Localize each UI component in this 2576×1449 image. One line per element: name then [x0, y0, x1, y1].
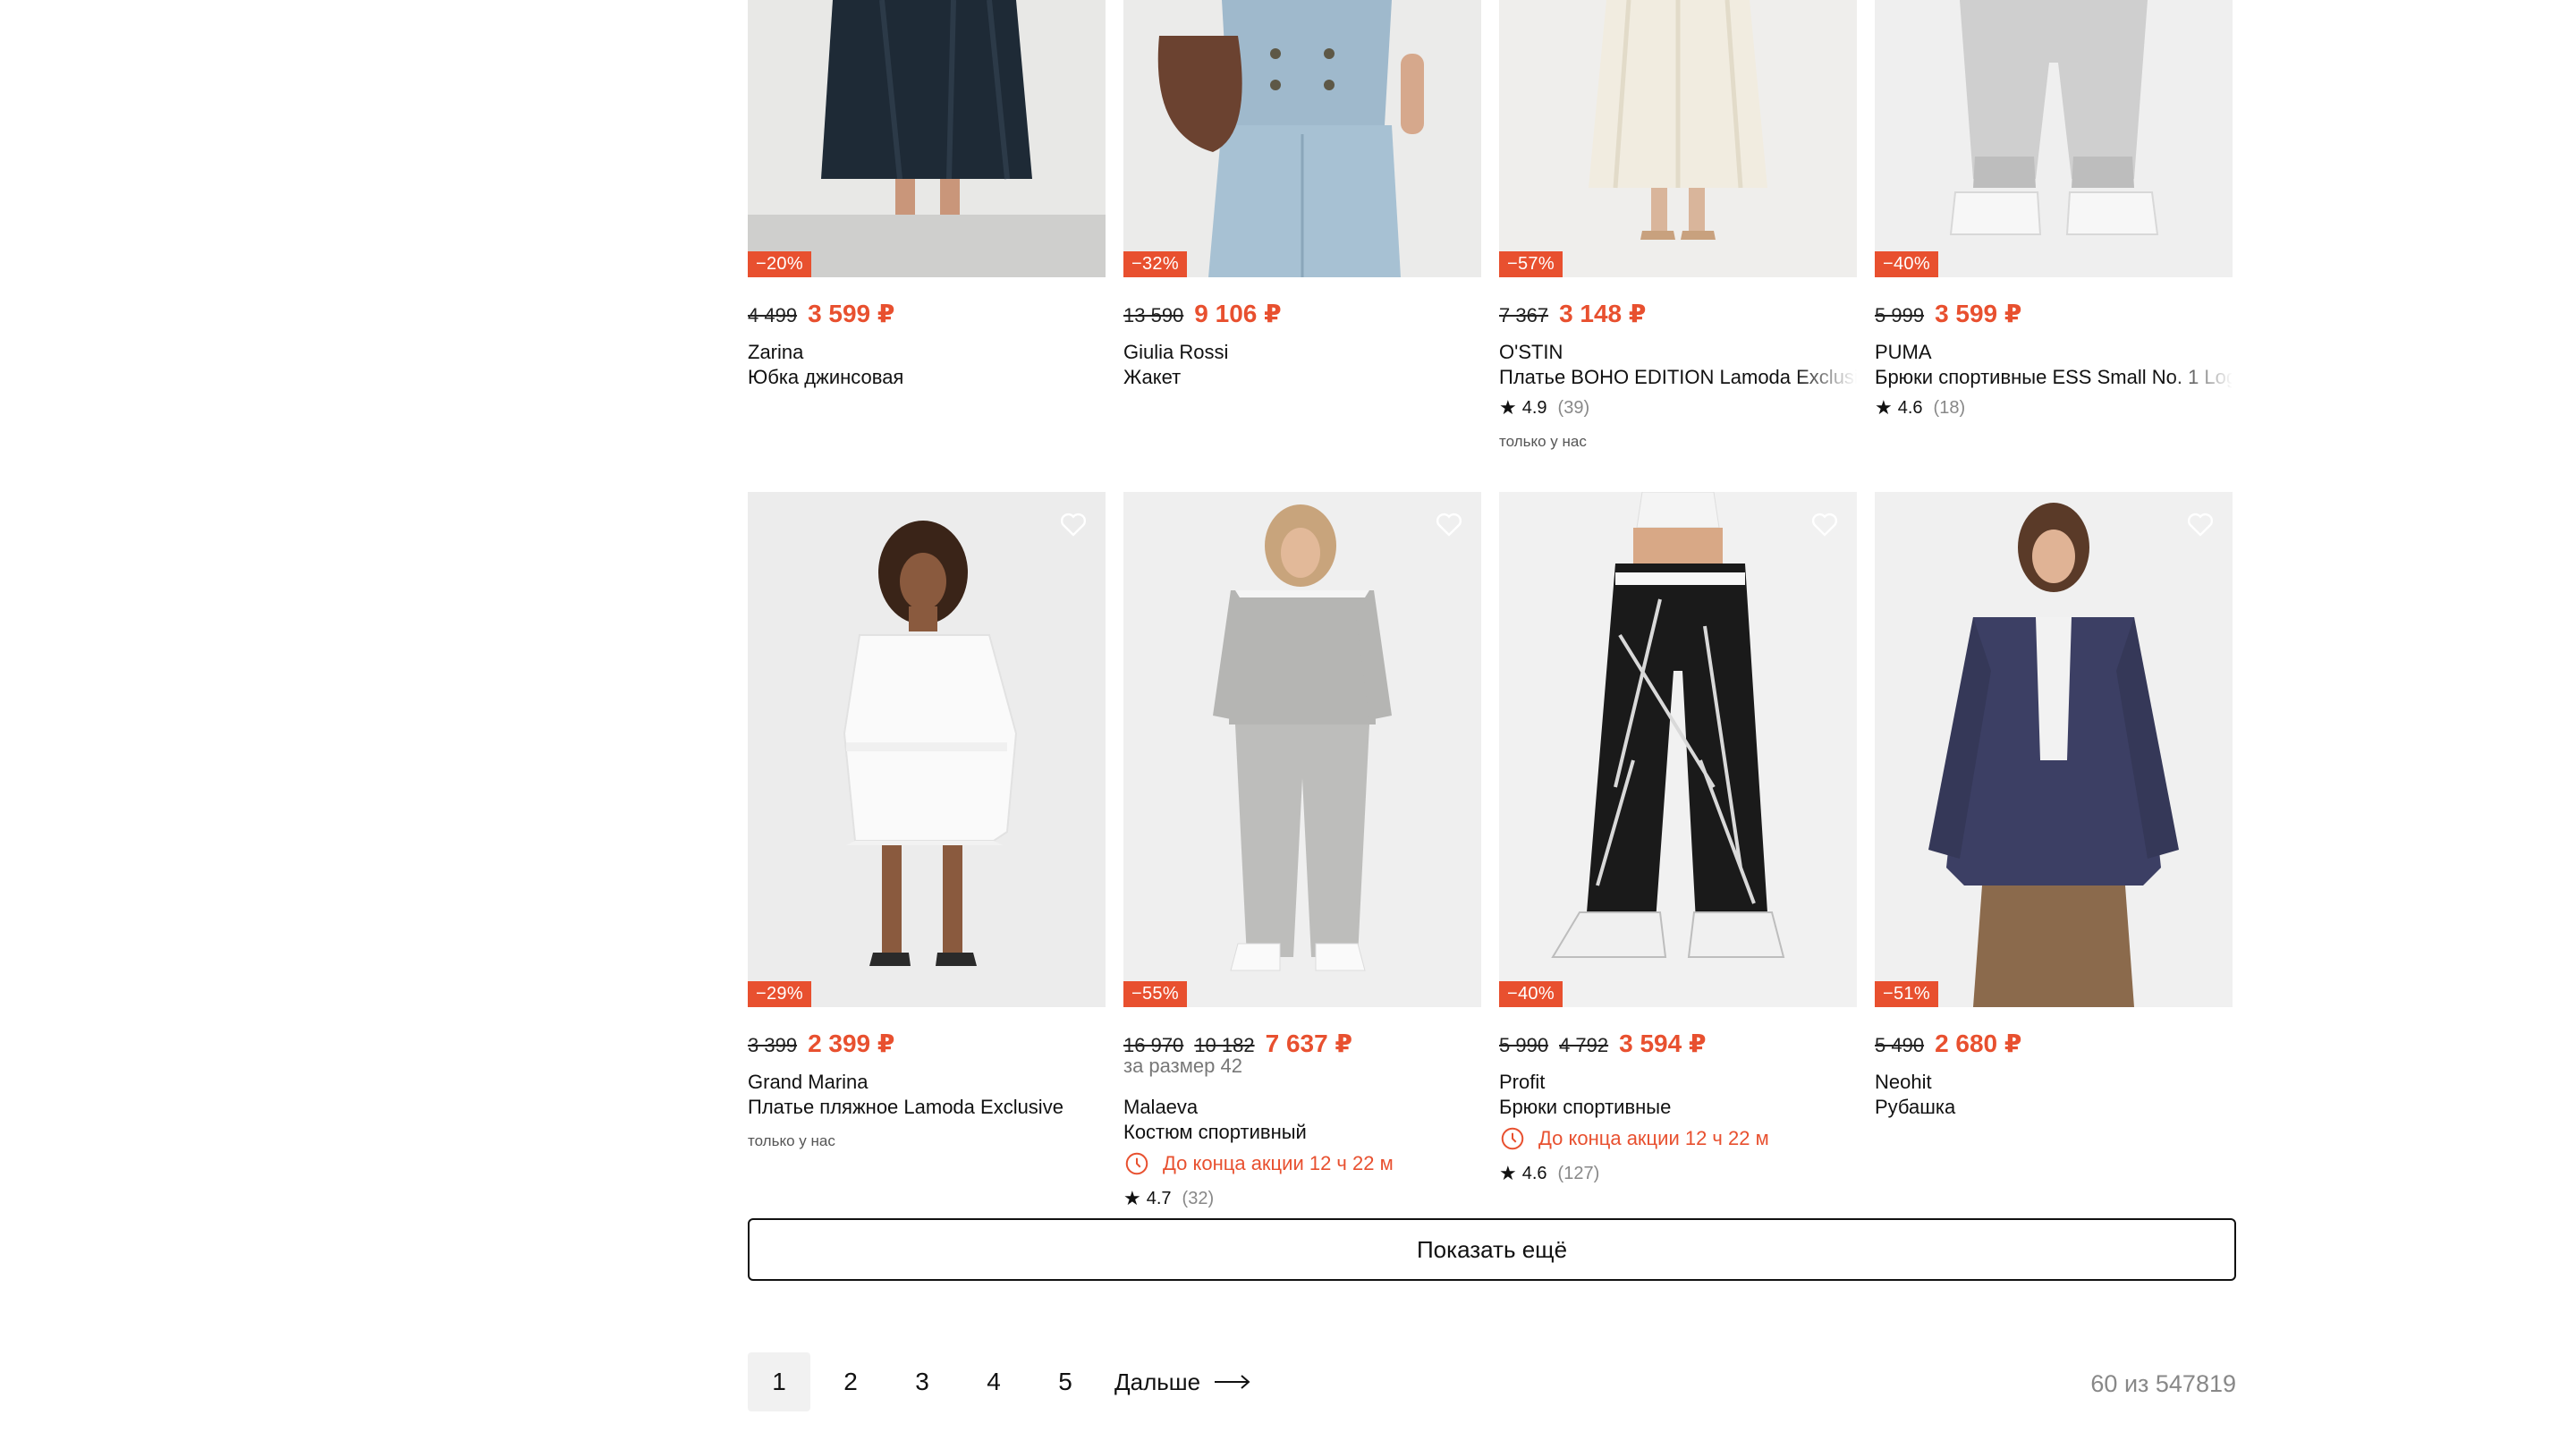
current-price: 2 399 ₽ [808, 1030, 895, 1057]
star-icon: ★ [1499, 1162, 1517, 1184]
product-brand[interactable]: PUMA [1875, 340, 1932, 365]
product-title[interactable]: Платье BOHO EDITION Lamoda Exclusive [1499, 365, 1857, 390]
discount-badge: −29% [748, 981, 811, 1007]
exclusive-note: только у нас [1499, 433, 1587, 450]
promo-timer: До конца акции 12 ч 22 м [1499, 1125, 1769, 1152]
page-3-button[interactable]: 3 [891, 1352, 953, 1411]
rating-value: 4.6 [1521, 1164, 1547, 1183]
product-image[interactable]: −29% [748, 492, 1106, 1007]
discount-badge: −20% [748, 251, 811, 277]
product-rating: ★ 4.7 (32) [1123, 1186, 1214, 1211]
rating-value: 4.7 [1146, 1189, 1172, 1208]
product-brand[interactable]: Zarina [748, 340, 803, 365]
page-2-button[interactable]: 2 [819, 1352, 882, 1411]
product-rating: ★ 4.6 (18) [1875, 395, 1965, 420]
old-price: 5 990 [1499, 1034, 1549, 1056]
product-image[interactable]: −40% [1875, 0, 2233, 277]
favorite-heart-icon[interactable] [1809, 508, 1841, 540]
page-5-button[interactable]: 5 [1034, 1352, 1097, 1411]
favorite-heart-icon[interactable] [2184, 508, 2216, 540]
product-brand[interactable]: Malaeva [1123, 1095, 1198, 1120]
old-price: 3 399 [748, 1034, 798, 1056]
reviews-count: (39) [1557, 398, 1590, 418]
price-block: 5 999 3 599 ₽ [1875, 299, 2021, 328]
current-price: 2 680 ₽ [1935, 1030, 2022, 1057]
current-price: 3 599 ₽ [808, 300, 895, 327]
discount-badge: −40% [1499, 981, 1563, 1007]
product-image[interactable]: −20% [748, 0, 1106, 277]
exclusive-note: только у нас [748, 1132, 835, 1149]
pagination: 1 2 3 4 5 Дальше [748, 1352, 1252, 1411]
old-price: 4 499 [748, 304, 798, 326]
promo-timer: До конца акции 12 ч 22 м [1123, 1150, 1394, 1177]
product-title[interactable]: Юбка джинсовая [748, 365, 1106, 390]
price-block: 4 499 3 599 ₽ [748, 299, 894, 328]
product-brand[interactable]: Giulia Rossi [1123, 340, 1228, 365]
star-icon: ★ [1875, 396, 1893, 419]
current-price: 7 637 ₽ [1265, 1030, 1352, 1057]
star-icon: ★ [1123, 1187, 1141, 1209]
old-price: 5 490 [1875, 1034, 1925, 1056]
price-block: 13 590 9 106 ₽ [1123, 299, 1282, 328]
discount-badge: −57% [1499, 251, 1563, 277]
next-page-button[interactable]: Дальше [1114, 1368, 1252, 1396]
show-more-button[interactable]: Показать ещё [748, 1218, 2236, 1281]
price-block: 7 367 3 148 ₽ [1499, 299, 1646, 328]
product-brand[interactable]: Profit [1499, 1070, 1545, 1095]
price-block: 5 990 4 792 3 594 ₽ [1499, 1029, 1706, 1058]
product-image[interactable]: −51% [1875, 492, 2233, 1007]
product-brand[interactable]: Neohit [1875, 1070, 1932, 1095]
product-image[interactable]: −55% [1123, 492, 1481, 1007]
page-1-button[interactable]: 1 [748, 1352, 810, 1411]
old-price: 13 590 [1123, 304, 1184, 326]
discount-badge: −51% [1875, 981, 1938, 1007]
price-block: 5 490 2 680 ₽ [1875, 1029, 2021, 1058]
size-note: за размер 42 [1123, 1055, 1242, 1077]
product-rating: ★ 4.6 (127) [1499, 1161, 1599, 1186]
current-price: 3 148 ₽ [1559, 300, 1647, 327]
discount-badge: −40% [1875, 251, 1938, 277]
current-price: 9 106 ₽ [1194, 300, 1282, 327]
reviews-count: (32) [1182, 1189, 1215, 1208]
product-image[interactable]: −40% [1499, 492, 1857, 1007]
product-title[interactable]: Костюм спортивный [1123, 1120, 1481, 1145]
price-block: 3 399 2 399 ₽ [748, 1029, 894, 1058]
favorite-heart-icon[interactable] [1433, 508, 1465, 540]
discount-badge: −55% [1123, 981, 1187, 1007]
product-title[interactable]: Жакет [1123, 365, 1481, 390]
page-4-button[interactable]: 4 [962, 1352, 1025, 1411]
product-rating: ★ 4.9 (39) [1499, 395, 1589, 420]
current-price: 3 599 ₽ [1935, 300, 2022, 327]
product-title[interactable]: Платье пляжное Lamoda Exclusive [748, 1095, 1106, 1120]
discount-badge: −32% [1123, 251, 1187, 277]
favorite-heart-icon[interactable] [1057, 508, 1089, 540]
product-title[interactable]: Брюки спортивные ESS Small No. 1 Logo [1875, 365, 2233, 390]
next-page-label: Дальше [1114, 1368, 1201, 1395]
promo-timer-text: До конца акции 12 ч 22 м [1163, 1152, 1394, 1174]
promo-timer-text: До конца акции 12 ч 22 м [1538, 1127, 1769, 1149]
product-image[interactable]: −57% [1499, 0, 1857, 277]
old-price-2: 4 792 [1559, 1034, 1609, 1056]
reviews-count: (127) [1557, 1164, 1600, 1183]
old-price: 5 999 [1875, 304, 1925, 326]
product-title[interactable]: Брюки спортивные [1499, 1095, 1857, 1120]
product-brand[interactable]: O'STIN [1499, 340, 1563, 365]
clock-icon [1501, 1127, 1524, 1150]
arrow-right-icon [1215, 1375, 1250, 1389]
rating-value: 4.6 [1897, 398, 1923, 418]
rating-value: 4.9 [1521, 398, 1547, 418]
star-icon: ★ [1499, 396, 1517, 419]
product-brand[interactable]: Grand Marina [748, 1070, 869, 1095]
product-title[interactable]: Рубашка [1875, 1095, 2233, 1120]
reviews-count: (18) [1933, 398, 1966, 418]
current-price: 3 594 ₽ [1619, 1030, 1707, 1057]
results-count: 60 из 547819 [2090, 1370, 2236, 1397]
old-price: 7 367 [1499, 304, 1549, 326]
clock-icon [1125, 1152, 1148, 1175]
product-image[interactable]: −32% [1123, 0, 1481, 277]
